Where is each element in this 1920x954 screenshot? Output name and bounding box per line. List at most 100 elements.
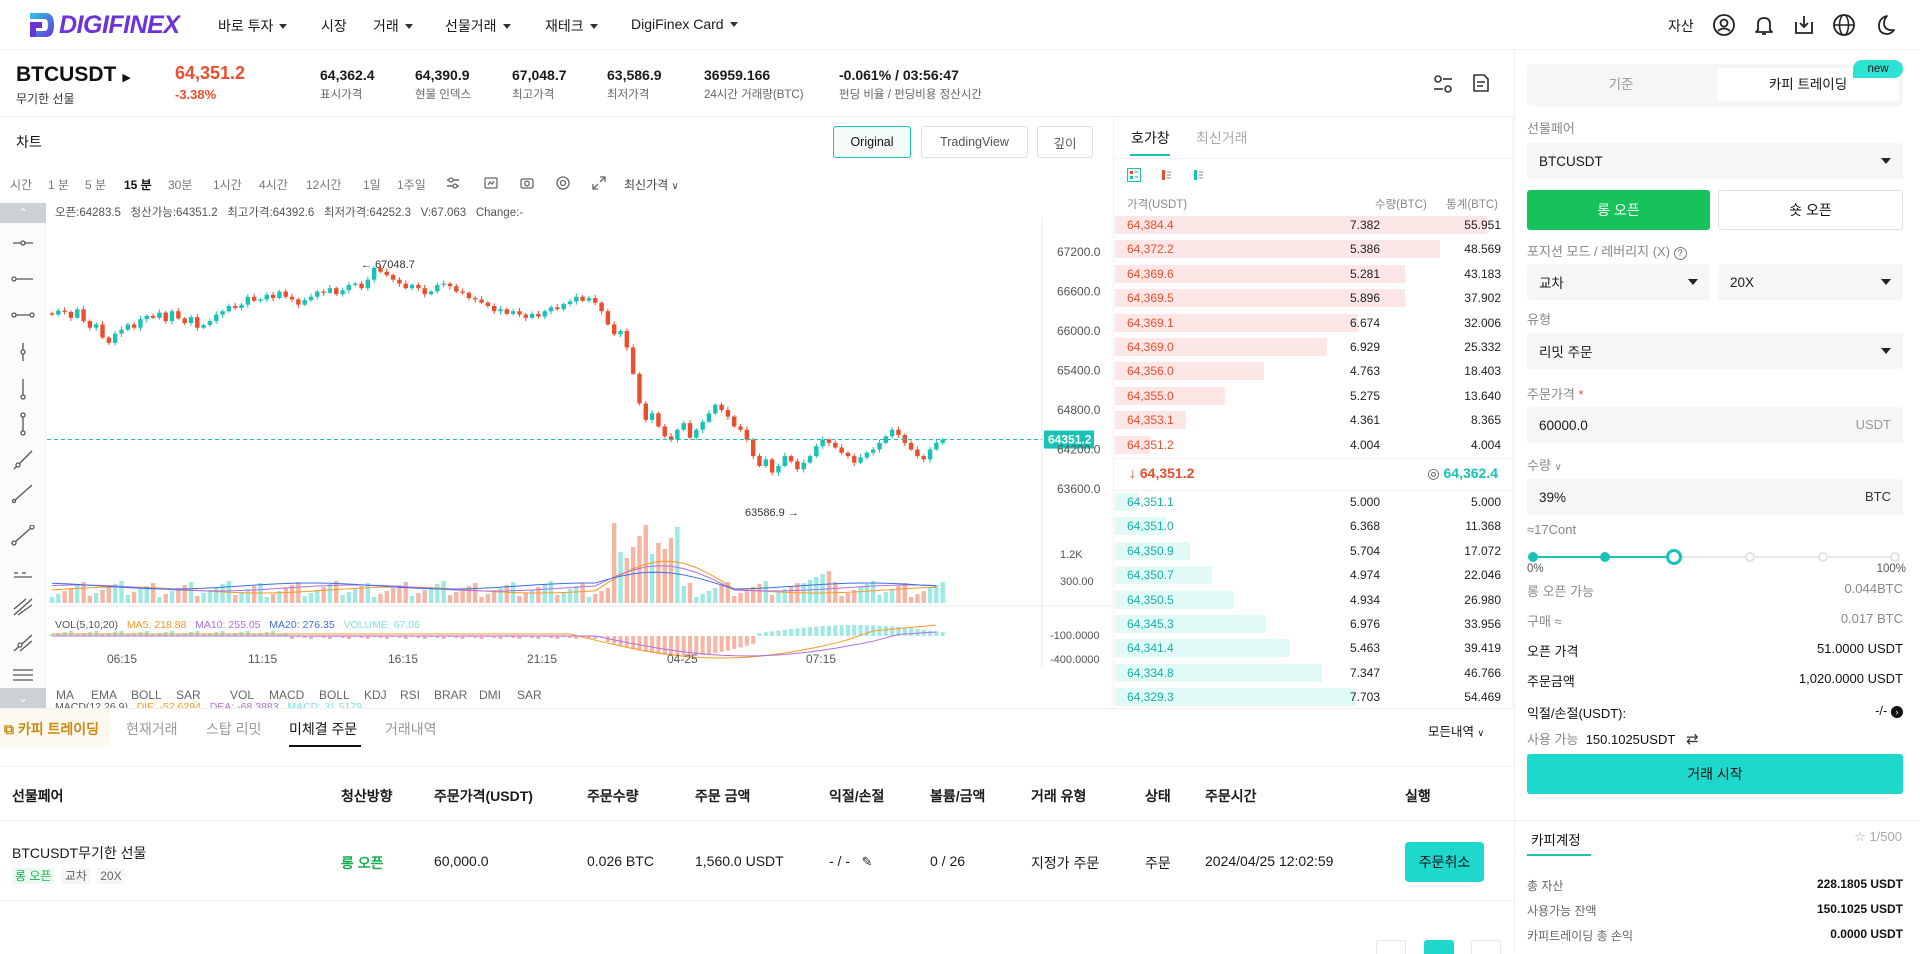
ask-row[interactable]: 64,356.0 4.763 18.403: [1115, 361, 1507, 381]
orders-tab-open-orders[interactable]: 미체결 주문: [289, 719, 357, 739]
book-view-asks-icon[interactable]: [1159, 168, 1173, 182]
indicator-ema[interactable]: EMA: [91, 688, 117, 702]
indicator-macd[interactable]: MACD: [269, 688, 304, 702]
cancel-order-button[interactable]: 주문취소: [1405, 842, 1484, 882]
ask-row[interactable]: 64,384.4 7.382 55.951: [1115, 215, 1507, 235]
timeframe-1w[interactable]: 1주일: [397, 176, 426, 193]
ask-row[interactable]: 64,353.1 4.361 8.365: [1115, 410, 1507, 430]
slider-handle[interactable]: [1666, 549, 1683, 565]
tab-orderbook[interactable]: 호가창: [1131, 128, 1170, 148]
view-depth-button[interactable]: 깊이: [1037, 126, 1093, 158]
start-trade-button[interactable]: 거래 시작: [1527, 754, 1903, 794]
user-icon[interactable]: [1712, 13, 1736, 37]
globe-icon[interactable]: [1832, 13, 1856, 37]
info-tpsl-value[interactable]: -/- ›: [1875, 703, 1903, 718]
digifinex-logo[interactable]: DIGIFINEX: [26, 10, 180, 40]
pair-select[interactable]: BTCUSDT: [1527, 143, 1903, 179]
edit-pencil-icon[interactable]: ✎: [862, 854, 873, 869]
ask-row[interactable]: 64,355.0 5.275 13.640: [1115, 386, 1507, 406]
indicator-dmi[interactable]: DMI: [479, 688, 501, 702]
nav-card[interactable]: DigiFinex Card: [631, 16, 738, 32]
indicator-rsi[interactable]: RSI: [400, 688, 420, 702]
help-icon[interactable]: ?: [1673, 247, 1687, 260]
bid-row[interactable]: 64,350.7 4.974 22.046: [1115, 565, 1507, 585]
timeframe-1m[interactable]: 1 분: [48, 176, 69, 193]
pagination-page[interactable]: [1424, 940, 1454, 954]
bid-row[interactable]: 64,351.0 6.368 11.368: [1115, 516, 1507, 536]
view-original-button[interactable]: Original: [833, 126, 911, 158]
nav-assets[interactable]: 자산: [1668, 16, 1694, 36]
nav-earn[interactable]: 재테크: [545, 16, 598, 36]
orders-tab-current[interactable]: 현재거래: [126, 719, 178, 739]
timeframe-5m[interactable]: 5 분: [85, 176, 106, 193]
collapse-down-icon[interactable]: ⌄: [0, 688, 46, 708]
pagination-next[interactable]: [1471, 940, 1501, 954]
ask-row[interactable]: 64,372.2 5.386 48.569: [1115, 239, 1507, 259]
slider-step[interactable]: [1817, 552, 1828, 562]
screenshot-icon[interactable]: [519, 175, 535, 191]
nav-quick-invest[interactable]: 바로 투자: [218, 16, 288, 36]
tab-standard[interactable]: 기준: [1527, 64, 1715, 106]
drawing-tools-icons-2[interactable]: [10, 525, 36, 685]
nav-futures[interactable]: 선물거래: [445, 16, 511, 36]
indicator-brar[interactable]: BRAR: [434, 688, 467, 702]
price-chart[interactable]: 64351.2← 67048.763586.9 → 67200.066600.0…: [47, 218, 1113, 668]
download-icon[interactable]: [1792, 13, 1816, 37]
timeframe-4h[interactable]: 4시간: [259, 176, 288, 193]
qty-input[interactable]: 39% BTC: [1527, 479, 1903, 515]
drawing-tools-icons[interactable]: [10, 233, 36, 503]
tab-latest-trades[interactable]: 최신거래: [1196, 128, 1248, 148]
slider-step[interactable]: [1600, 552, 1611, 562]
book-view-both-icon[interactable]: [1127, 168, 1141, 182]
settings-sliders-icon[interactable]: [1432, 73, 1454, 95]
bid-row[interactable]: 64,334.8 7.347 46.766: [1115, 663, 1507, 683]
bid-row[interactable]: 64,329.3 7.703 54.469: [1115, 687, 1507, 707]
chart-type-icon[interactable]: [483, 175, 499, 191]
timeframe-time[interactable]: 시간: [10, 176, 32, 193]
ask-row[interactable]: 64,369.5 5.896 37.902: [1115, 288, 1507, 308]
orders-tab-history[interactable]: 거래내역: [385, 719, 437, 739]
long-open-button[interactable]: 롱 오픈: [1527, 190, 1710, 230]
moon-icon[interactable]: [1872, 13, 1896, 37]
bid-row[interactable]: 64,341.4 5.463 39.419: [1115, 638, 1507, 658]
nav-market[interactable]: 시장: [321, 16, 347, 36]
indicator-sar-sub[interactable]: SAR: [517, 688, 542, 702]
short-open-button[interactable]: 숏 오픈: [1718, 190, 1903, 230]
leverage-select[interactable]: 20X: [1718, 264, 1903, 300]
transfer-icon[interactable]: ⇄: [1686, 731, 1699, 748]
bid-row[interactable]: 64,350.9 5.704 17.072: [1115, 541, 1507, 561]
qty-slider[interactable]: [1528, 549, 1900, 565]
nav-trade[interactable]: 거래: [373, 16, 413, 36]
ask-row[interactable]: 64,351.2 4.004 4.004: [1115, 435, 1507, 455]
fullscreen-icon[interactable]: [591, 175, 607, 191]
margin-mode-select[interactable]: 교차: [1527, 264, 1710, 300]
slider-step[interactable]: [1745, 552, 1756, 562]
symbol-selector[interactable]: BTCUSDT ▶ 무기한 선물: [16, 63, 131, 107]
ask-row[interactable]: 64,369.1 6.674 32.006: [1115, 313, 1507, 333]
pagination-prev[interactable]: [1376, 940, 1406, 954]
timeframe-1h[interactable]: 1시간: [213, 176, 242, 193]
timeframe-1d[interactable]: 1일: [363, 176, 381, 193]
timeframe-30m[interactable]: 30분: [168, 176, 192, 193]
orders-filter[interactable]: 모든내역 ∨: [1428, 721, 1484, 740]
book-view-bids-icon[interactable]: [1191, 168, 1205, 182]
indicator-vol[interactable]: VOL: [230, 688, 254, 702]
slider-step[interactable]: [1890, 552, 1900, 562]
bid-row[interactable]: 64,345.3 6.976 33.956: [1115, 614, 1507, 634]
indicator-boll[interactable]: BOLL: [131, 688, 162, 702]
indicator-kdj[interactable]: KDJ: [364, 688, 387, 702]
order-type-select[interactable]: 리밋 주문: [1527, 333, 1903, 369]
document-icon[interactable]: [1470, 72, 1492, 94]
bell-icon[interactable]: [1752, 13, 1776, 37]
timeframe-12h[interactable]: 12시간: [306, 176, 341, 193]
bid-row[interactable]: 64,351.1 5.000 5.000: [1115, 492, 1507, 512]
indicator-sar[interactable]: SAR: [176, 688, 201, 702]
indicator-ma[interactable]: MA: [56, 688, 74, 702]
target-icon[interactable]: [555, 175, 571, 191]
indicator-boll-sub[interactable]: BOLL: [319, 688, 350, 702]
bid-row[interactable]: 64,350.5 4.934 26.980: [1115, 590, 1507, 610]
slider-step[interactable]: [1528, 552, 1538, 562]
orders-tab-stop-limit[interactable]: 스탑 리밋: [206, 719, 261, 739]
ask-row[interactable]: 64,369.6 5.281 43.183: [1115, 264, 1507, 284]
qty-label-row[interactable]: 수량 ∨: [1527, 455, 1562, 474]
